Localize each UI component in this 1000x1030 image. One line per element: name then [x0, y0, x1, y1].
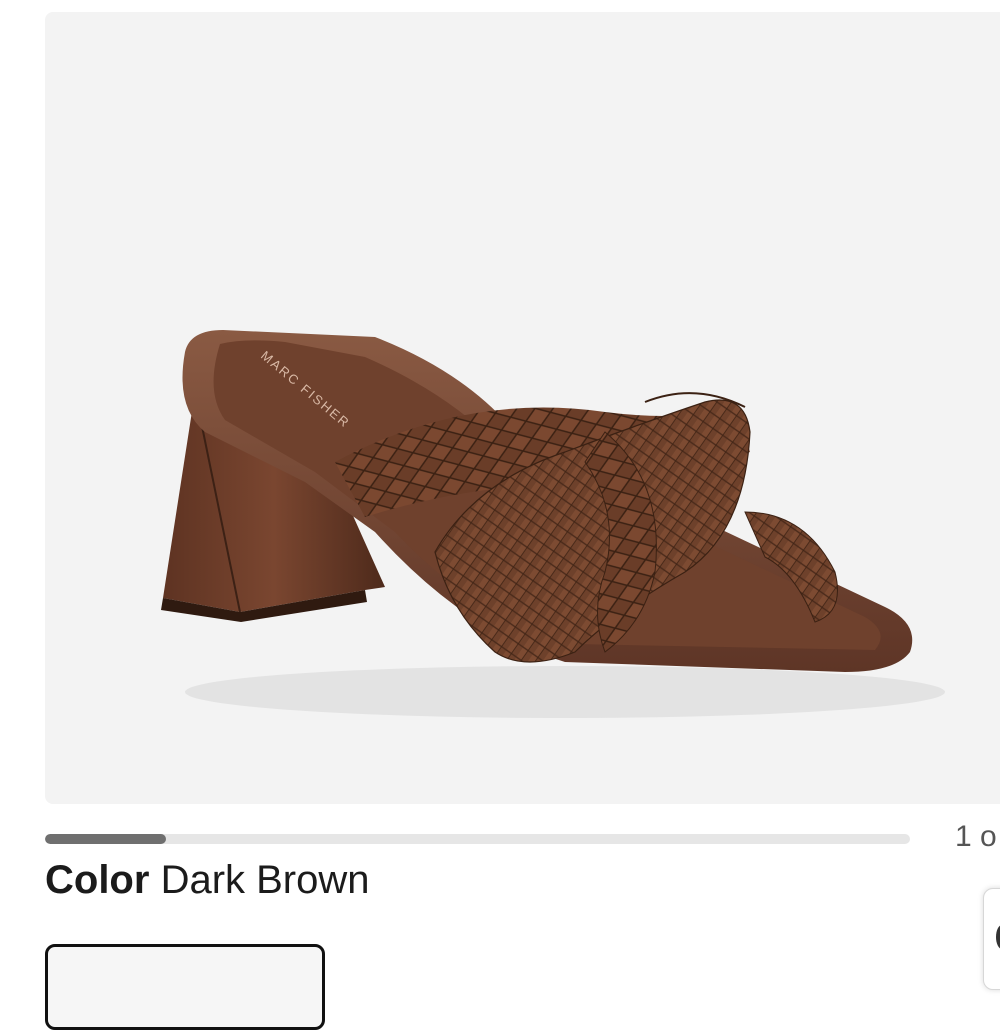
color-label: Color — [45, 858, 150, 902]
gallery-progress-fill — [45, 834, 167, 844]
product-image[interactable]: MARC FISHER — [45, 12, 1000, 804]
gallery-counter: 1 o — [955, 820, 997, 853]
color-swatch-dark-brown[interactable] — [45, 944, 325, 1030]
color-value: Dark Brown — [160, 858, 370, 902]
sandal-illustration: MARC FISHER — [161, 330, 945, 718]
color-selection: Color Dark Brown — [45, 858, 370, 903]
gallery-progress-track[interactable] — [45, 834, 910, 844]
chevron-left-icon — [996, 925, 1000, 949]
side-thumbnail[interactable] — [983, 888, 1000, 990]
